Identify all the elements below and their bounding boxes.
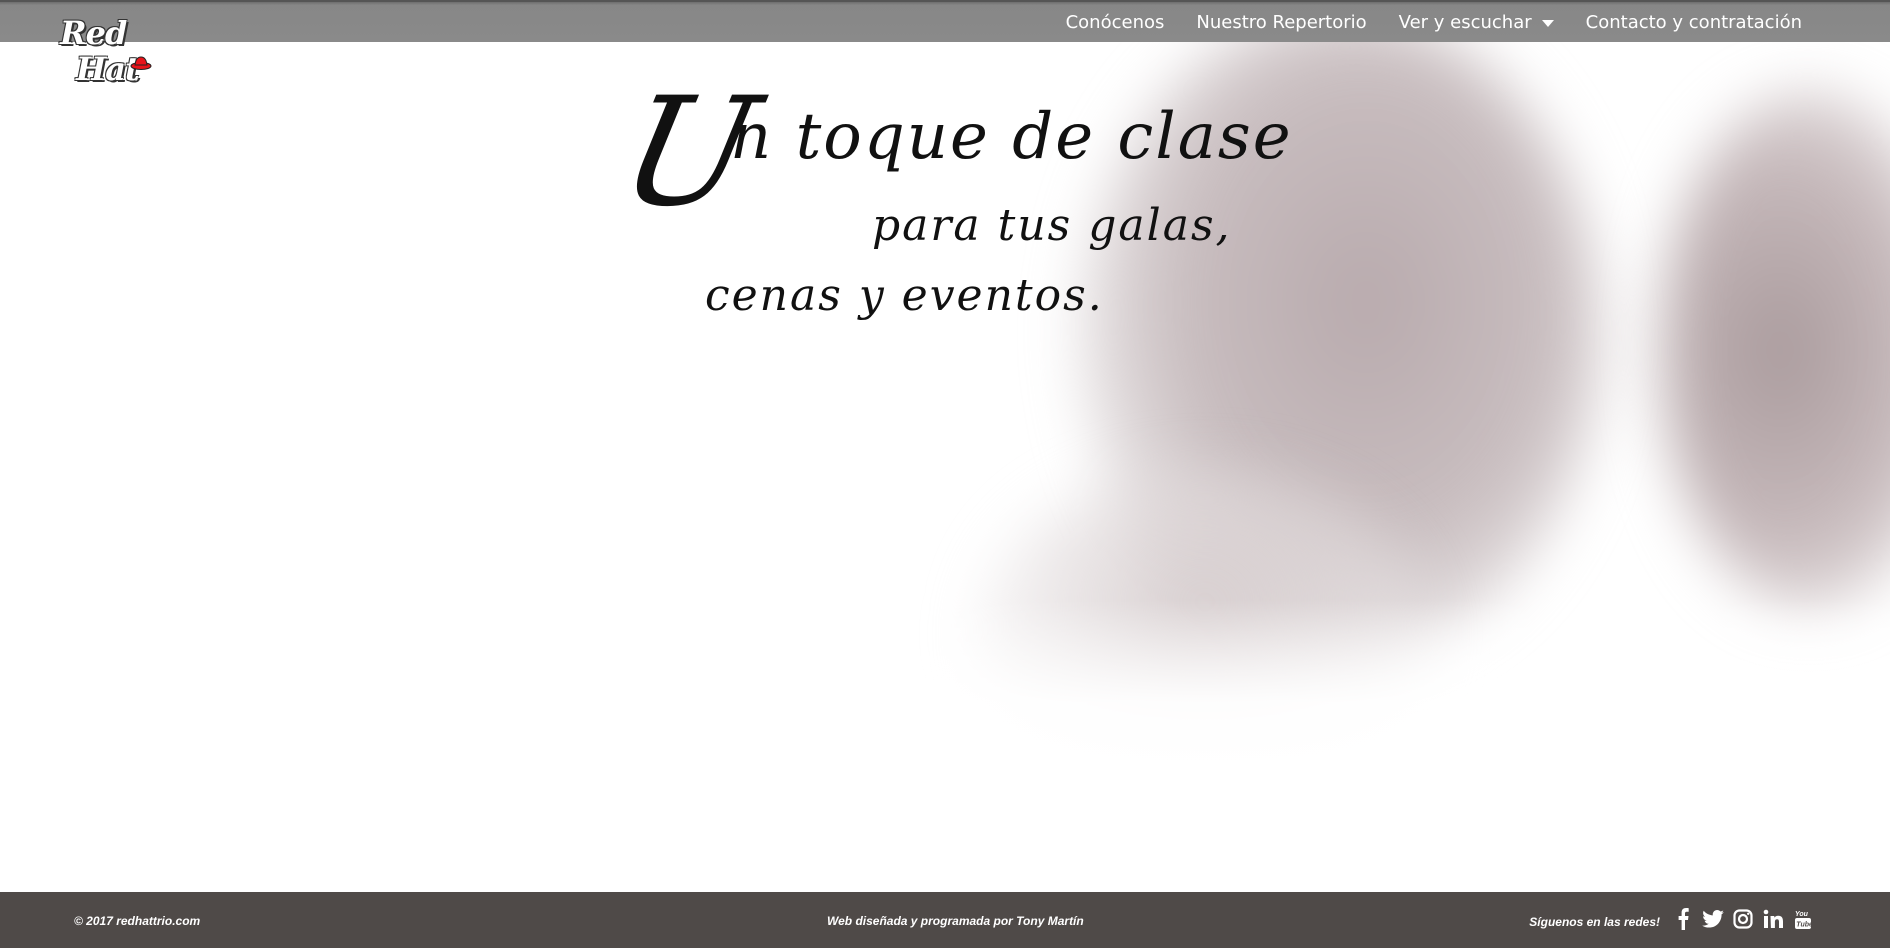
footer-credit: Web diseñada y programada por Tony Martí… xyxy=(827,914,1084,928)
hero-headline-line1: n toque de clase xyxy=(730,100,1293,174)
nav-item-label: Conócenos xyxy=(1065,11,1165,33)
instagram-icon[interactable] xyxy=(1732,908,1754,930)
logo-link[interactable]: Red Hat xyxy=(58,8,158,96)
nav-item-contacto[interactable]: Contacto y contratación xyxy=(1570,12,1818,33)
footer-social: Síguenos en las redes! You Tube xyxy=(1529,908,1814,930)
hero-photo-microphone xyxy=(1660,90,1890,610)
nav-item-label: Nuestro Repertorio xyxy=(1196,11,1367,33)
youtube-icon[interactable]: You Tube xyxy=(1792,908,1814,930)
nav-item-repertorio[interactable]: Nuestro Repertorio xyxy=(1180,12,1382,33)
footer-credit-prefix: Web diseñada y programada por xyxy=(827,914,1017,928)
footer: © 2017 redhattrio.com Web diseñada y pro… xyxy=(0,892,1890,948)
facebook-icon[interactable] xyxy=(1672,908,1694,930)
linkedin-icon[interactable] xyxy=(1762,908,1784,930)
hero-headline-line2: para tus galas, xyxy=(872,200,1232,251)
caret-down-icon xyxy=(1541,19,1554,27)
footer-credit-author-link[interactable]: Tony Martín xyxy=(1016,914,1084,928)
nav-item-label: Contacto y contratación xyxy=(1585,11,1802,33)
footer-follow-text: Síguenos en las redes! xyxy=(1529,915,1660,929)
red-hat-icon xyxy=(130,56,152,70)
top-navbar: Conócenos Nuestro Repertorio Ver y escuc… xyxy=(0,0,1890,42)
hero-headline-line3: cenas y eventos. xyxy=(705,270,1104,321)
footer-copyright: © 2017 redhattrio.com xyxy=(74,914,201,928)
nav-item-label: Ver y escuchar xyxy=(1398,11,1532,33)
nav-item-conocenos[interactable]: Conócenos xyxy=(1050,12,1181,33)
svg-text:You: You xyxy=(1795,911,1809,918)
nav-menu: Conócenos Nuestro Repertorio Ver y escuc… xyxy=(1050,2,1818,42)
nav-item-ver-y-escuchar[interactable]: Ver y escuchar xyxy=(1383,12,1570,33)
svg-text:Tube: Tube xyxy=(1796,922,1812,929)
hero-fade-overlay xyxy=(0,600,1890,892)
logo-text-red: Red xyxy=(60,14,127,52)
twitter-icon[interactable] xyxy=(1702,908,1724,930)
page: U n toque de clase para tus galas, cenas… xyxy=(0,0,1890,948)
